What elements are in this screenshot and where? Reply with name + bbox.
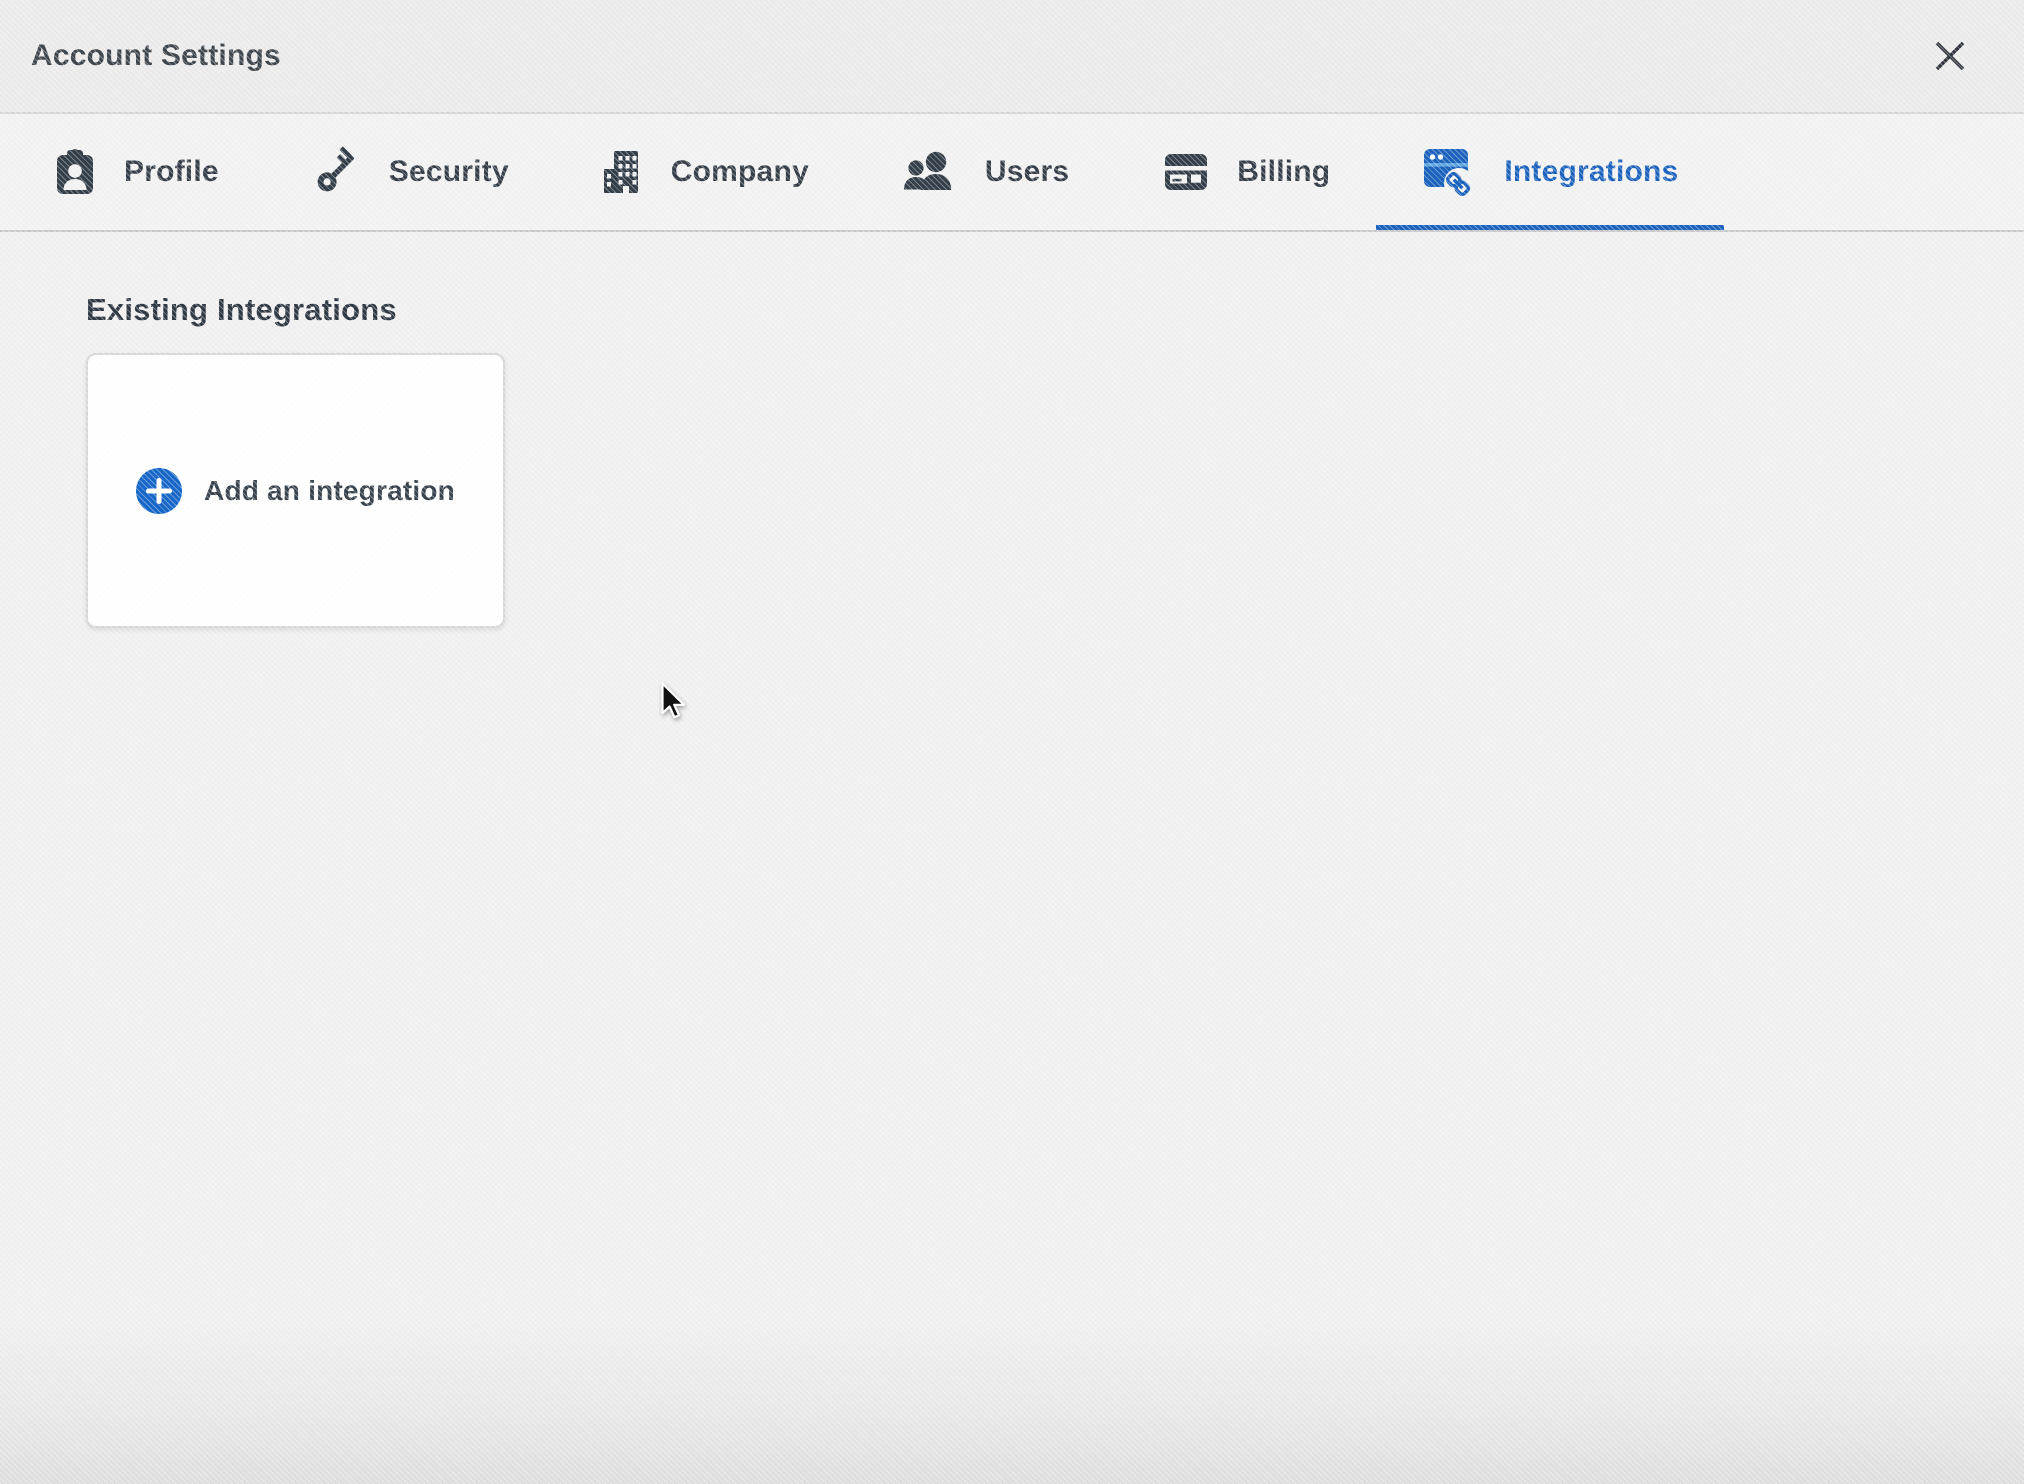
account-settings-modal: Account Settings Profile Security Compan… (0, 0, 2024, 1484)
close-x-icon (1930, 41, 1970, 79)
tab-label: Company (670, 155, 809, 188)
modal-header: Account Settings (0, 0, 2024, 114)
tab-security[interactable]: Security (265, 114, 555, 230)
building-icon (601, 149, 645, 195)
tab-label: Integrations (1504, 155, 1679, 188)
tab-label: Billing (1237, 155, 1331, 188)
tab-label: Users (984, 155, 1070, 188)
add-integration-label: Add an integration (204, 474, 455, 506)
id-badge-icon (52, 149, 98, 195)
tab-billing[interactable]: Billing (1115, 114, 1376, 230)
mouse-cursor-icon (661, 682, 687, 727)
key-icon (311, 146, 363, 198)
close-button[interactable] (1924, 30, 1976, 82)
tab-label: Profile (124, 155, 219, 188)
bottom-fade (0, 1314, 2024, 1484)
window-link-icon (1422, 143, 1478, 201)
integrations-panel: Existing Integrations Add an integration (0, 292, 2024, 628)
add-integration-card[interactable]: Add an integration (86, 353, 505, 628)
users-icon (901, 149, 959, 195)
tab-profile[interactable]: Profile (6, 114, 265, 230)
plus-circle-icon (136, 467, 183, 514)
tab-label: Security (388, 155, 509, 188)
tab-company[interactable]: Company (555, 114, 855, 230)
settings-tab-bar: Profile Security Company Users Billing I… (0, 114, 2024, 232)
modal-title: Account Settings (31, 39, 281, 72)
section-heading: Existing Integrations (86, 292, 397, 327)
tab-users[interactable]: Users (855, 114, 1115, 230)
credit-card-icon (1161, 149, 1211, 195)
tab-integrations[interactable]: Integrations (1376, 114, 1725, 230)
